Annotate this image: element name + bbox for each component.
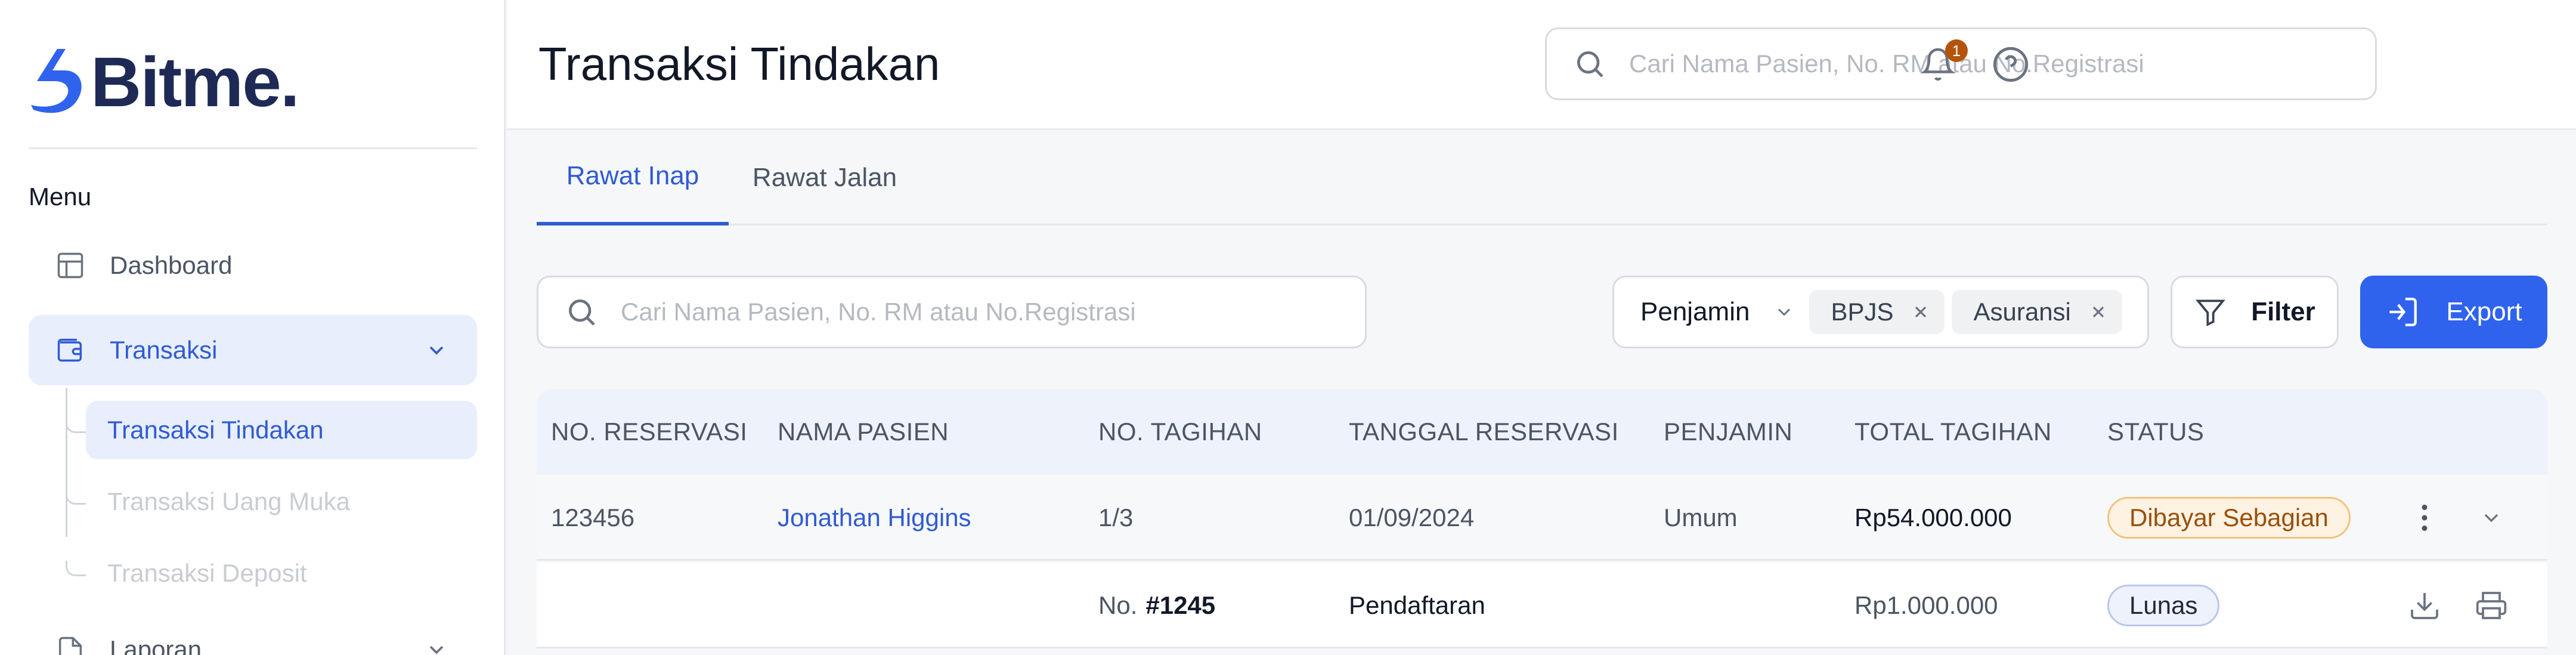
- column-header-tagihan: NO. TAGIHAN: [1098, 418, 1262, 446]
- cell-tagihan: 1/3: [1098, 503, 1134, 532]
- sidebar-subitem-transaksi-tindakan[interactable]: Transaksi Tindakan: [86, 401, 477, 459]
- status-badge: Dibayar Sebagian: [2107, 497, 2351, 539]
- export-icon: [2389, 298, 2417, 326]
- sidebar: Bitme. Menu Dashboard Transaksi Transaks…: [0, 0, 506, 655]
- cell-penjamin: Umum: [1664, 503, 1738, 532]
- cell-nama-link[interactable]: Jonathan Higgins: [778, 475, 971, 561]
- tab-bar: Rawat Inap Rawat Jalan: [537, 130, 2547, 225]
- bitme-logo-icon: [31, 49, 82, 113]
- page-title: Transaksi Tindakan: [538, 38, 940, 90]
- chevron-down-icon[interactable]: [2477, 503, 2506, 532]
- chevron-down-icon: [429, 346, 444, 355]
- cell-tanggal: 01/09/2024: [1349, 503, 1475, 532]
- column-header-reservasi: NO. RESERVASI: [551, 418, 748, 446]
- header-search[interactable]: [1545, 27, 2377, 100]
- chip-bpjs: BPJS: [1809, 290, 1945, 334]
- column-header-tanggal: TANGGAL RESERVASI: [1349, 418, 1619, 446]
- status-badge: Lunas: [2107, 585, 2220, 626]
- search-icon: [569, 299, 595, 326]
- layout-icon: [55, 250, 86, 281]
- column-header-total: TOTAL TAGIHAN: [1854, 418, 2052, 446]
- notification-badge: 1: [1945, 39, 1968, 62]
- close-icon[interactable]: [2089, 302, 2108, 322]
- tab-rawat-inap[interactable]: Rawat Inap: [537, 130, 729, 225]
- search-icon: [1577, 51, 1603, 78]
- column-header-nama: NAMA PASIEN: [778, 418, 949, 446]
- cell-no-tagihan: No. #1245: [1098, 563, 1215, 648]
- sidebar-item-laporan[interactable]: Laporan: [29, 614, 477, 655]
- cell-subtotal: Rp1.000.000: [1854, 591, 1998, 619]
- filter-icon: [2196, 299, 2226, 327]
- tree-branch: [66, 489, 86, 505]
- sidebar-divider: [29, 147, 477, 149]
- sidebar-item-dashboard[interactable]: Dashboard: [29, 230, 477, 301]
- chevron-down-icon: [1778, 308, 1791, 316]
- chip-label: Asuransi: [1973, 298, 2071, 326]
- filter-label: Filter: [2251, 297, 2315, 326]
- penjamin-label: Penjamin: [1640, 297, 1750, 326]
- download-icon[interactable]: [2408, 589, 2441, 622]
- column-header-status: STATUS: [2107, 418, 2205, 446]
- help-icon[interactable]: [1992, 45, 2030, 84]
- no-value: #1245: [1145, 591, 1216, 619]
- chip-asuransi: Asuransi: [1952, 290, 2122, 334]
- wallet-icon: [55, 335, 86, 366]
- sidebar-item-transaksi[interactable]: Transaksi: [29, 315, 477, 385]
- tab-rawat-jalan[interactable]: Rawat Jalan: [729, 130, 921, 225]
- table-row[interactable]: 123456 Jonathan Higgins 1/3 01/09/2024 U…: [537, 475, 2547, 561]
- tree-branch: [66, 418, 86, 433]
- sidebar-item-label: Dashboard: [110, 251, 233, 279]
- cell-reservasi: 123456: [551, 503, 635, 532]
- printer-icon[interactable]: [2475, 589, 2508, 622]
- chip-label: BPJS: [1831, 298, 1894, 326]
- cell-total: Rp54.000.000: [1854, 503, 2012, 532]
- chevron-down-icon: [429, 645, 444, 654]
- tree-line: [66, 388, 67, 537]
- logo-dot: .: [280, 43, 300, 122]
- transactions-table: NO. RESERVASI NAMA PASIEN NO. TAGIHAN TA…: [537, 389, 2547, 648]
- top-bar: Transaksi Tindakan 1: [507, 0, 2576, 130]
- brand-logo[interactable]: Bitme.: [29, 43, 300, 122]
- sidebar-item-label: Transaksi: [110, 336, 218, 364]
- column-header-penjamin: PENJAMIN: [1664, 418, 1793, 446]
- penjamin-select[interactable]: Penjamin BPJS Asuransi: [1612, 276, 2149, 348]
- cell-item: Pendaftaran: [1349, 591, 1485, 619]
- table-header: NO. RESERVASI NAMA PASIEN NO. TAGIHAN TA…: [537, 389, 2547, 475]
- export-label: Export: [2446, 297, 2522, 326]
- sidebar-subitem-transaksi-deposit[interactable]: Transaksi Deposit: [86, 544, 477, 603]
- sidebar-subitem-transaksi-uang-muka[interactable]: Transaksi Uang Muka: [86, 472, 477, 531]
- patient-search-input[interactable]: [621, 298, 1365, 326]
- more-vertical-icon[interactable]: [2407, 500, 2442, 536]
- menu-label: Menu: [29, 183, 92, 211]
- filter-button[interactable]: Filter: [2171, 276, 2339, 348]
- no-prefix: No.: [1098, 591, 1138, 619]
- tree-branch: [66, 561, 86, 576]
- logo-text: Bitme: [91, 43, 281, 122]
- report-icon: [55, 634, 86, 655]
- table-subrow: No. #1245 Pendaftaran Rp1.000.000 Lunas: [537, 563, 2547, 648]
- export-button[interactable]: Export: [2360, 276, 2547, 348]
- sidebar-item-label: Laporan: [110, 635, 202, 655]
- close-icon[interactable]: [1911, 302, 1930, 322]
- patient-search[interactable]: [537, 276, 1367, 348]
